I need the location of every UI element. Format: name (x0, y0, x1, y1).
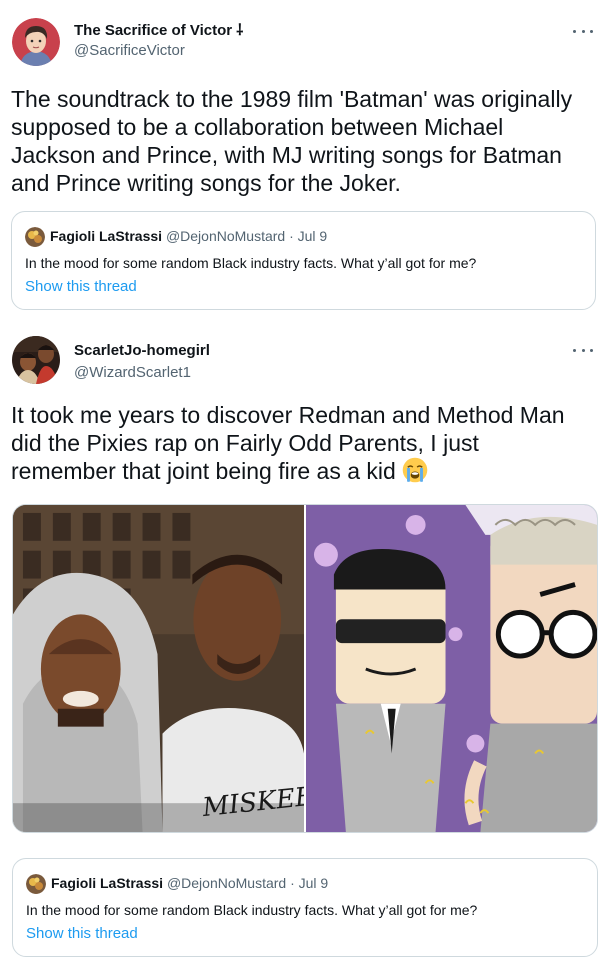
show-thread-link[interactable]: Show this thread (26, 925, 138, 942)
quoted-handle-date: @DejonNoMustard · Jul 9 (165, 228, 328, 244)
tweet-text-content: It took me years to discover Redman and … (11, 402, 565, 484)
user-handle[interactable]: @WizardScarlet1 (74, 364, 191, 381)
show-thread-link[interactable]: Show this thread (25, 278, 137, 295)
more-options-icon[interactable] (573, 26, 593, 36)
quoted-text: In the mood for some random Black indust… (25, 255, 477, 271)
quoted-tweet[interactable]: Fagioli LaStrassi @DejonNoMustard · Jul … (11, 211, 596, 310)
user-avatar[interactable] (12, 336, 60, 384)
quoted-display-name: Fagioli LaStrassi (50, 228, 163, 244)
loudly-crying-face-icon (402, 457, 428, 483)
quoted-header: Fagioli LaStrassi @DejonNoMustard · Jul … (51, 875, 328, 891)
more-options-icon[interactable] (573, 345, 593, 355)
quoted-text: In the mood for some random Black indust… (26, 902, 478, 918)
tweet-text: It took me years to discover Redman and … (11, 401, 589, 485)
media-grid: MISKEEN (12, 504, 598, 833)
display-name[interactable]: ScarletJo-homegirl (74, 342, 210, 359)
quoted-user-avatar (26, 874, 46, 894)
quoted-display-name: Fagioli LaStrassi (51, 875, 164, 891)
tweet-sacrifice-victor: The Sacrifice of Victor ⸸ @SacrificeVict… (0, 0, 607, 320)
tweet-text: The soundtrack to the 1989 film 'Batman'… (11, 86, 573, 196)
tweet-scarletjo-homegirl: ScarletJo-homegirl @WizardScarlet1 It to… (0, 320, 607, 960)
quoted-handle-date: @DejonNoMustard · Jul 9 (166, 875, 329, 891)
quoted-user-avatar (25, 227, 45, 247)
redman-methodman-photo[interactable]: MISKEEN (13, 505, 304, 832)
quoted-tweet[interactable]: Fagioli LaStrassi @DejonNoMustard · Jul … (12, 858, 598, 957)
display-name[interactable]: The Sacrifice of Victor ⸸ (74, 20, 243, 40)
quoted-header: Fagioli LaStrassi @DejonNoMustard · Jul … (50, 228, 327, 244)
user-handle[interactable]: @SacrificeVictor (74, 42, 185, 59)
user-avatar[interactable] (12, 18, 60, 66)
fairly-oddparents-pixies-photo[interactable] (306, 505, 597, 832)
